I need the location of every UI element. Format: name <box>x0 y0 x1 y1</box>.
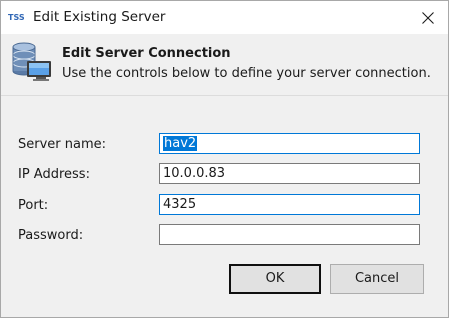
port-label: Port: <box>18 198 49 213</box>
title-bar[interactable]: TSS Edit Existing Server <box>1 1 448 34</box>
form-panel: Server name: hav2 IP Address: 10.0.0.83 … <box>1 96 448 317</box>
ip-address-input[interactable]: 10.0.0.83 <box>159 163 420 184</box>
cancel-button[interactable]: Cancel <box>330 264 424 294</box>
app-icon: TSS <box>8 13 25 22</box>
ip-address-value: 10.0.0.83 <box>163 166 226 181</box>
window-title: Edit Existing Server <box>33 9 166 25</box>
port-value: 4325 <box>163 197 197 212</box>
header-panel: Edit Server Connection Use the controls … <box>1 34 448 96</box>
server-name-label: Server name: <box>18 137 107 152</box>
password-label: Password: <box>18 228 84 243</box>
server-connection-icon <box>12 42 51 81</box>
server-name-input[interactable]: hav2 <box>159 133 420 154</box>
header-title: Edit Server Connection <box>62 46 231 61</box>
close-icon <box>422 12 434 24</box>
server-name-value: hav2 <box>163 136 198 151</box>
password-input[interactable] <box>159 224 420 245</box>
close-button[interactable] <box>414 5 442 31</box>
ip-address-label: IP Address: <box>18 167 90 182</box>
header-description: Use the controls below to define your se… <box>62 66 431 81</box>
ok-button[interactable]: OK <box>229 264 321 294</box>
port-input[interactable]: 4325 <box>159 194 420 215</box>
edit-server-dialog: TSS Edit Existing Server Edit Server Con… <box>0 0 449 318</box>
